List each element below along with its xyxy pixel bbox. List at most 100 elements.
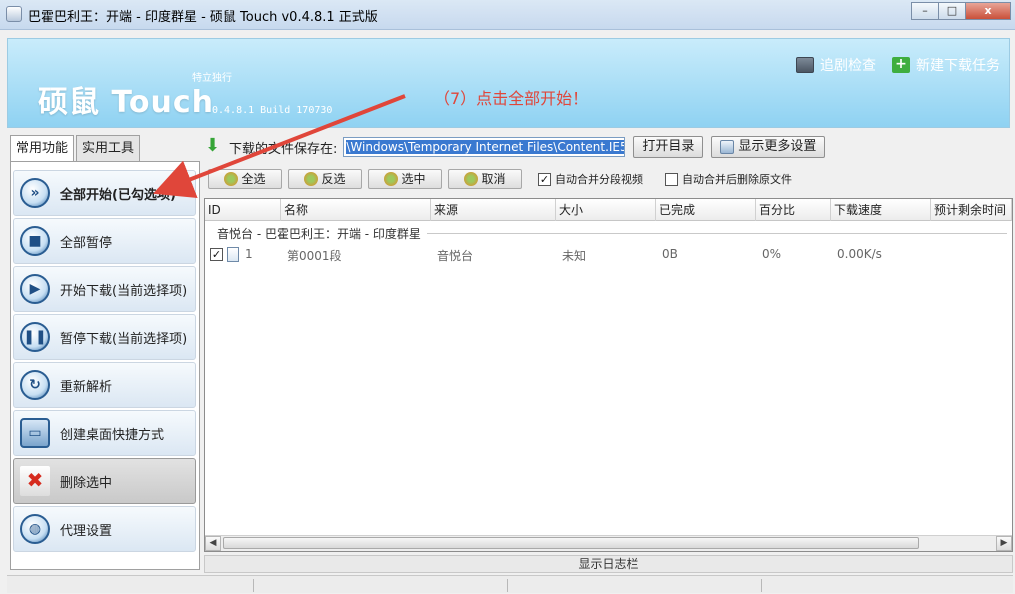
invert-selection-button[interactable]: 反选 xyxy=(288,169,362,189)
save-path-value: \Windows\Temporary Internet Files\Conten… xyxy=(346,140,625,154)
left-tabs: 常用功能 实用工具 xyxy=(10,135,142,161)
table-header: ID 名称 来源 大小 已完成 百分比 下载速度 预计剩余时间 xyxy=(205,199,1012,221)
column-source[interactable]: 来源 xyxy=(431,199,556,221)
status-separator xyxy=(507,579,508,592)
check-series-label: 追剧检查 xyxy=(820,58,876,74)
version-label: 0.4.8.1 Build 170730 xyxy=(212,105,333,116)
select-button[interactable]: 选中 xyxy=(368,169,442,189)
row-checkbox[interactable]: ✓ xyxy=(210,248,223,261)
monitor-icon xyxy=(796,57,814,73)
table-row[interactable]: ✓ 1 第0001段 音悦台 未知 0B 0% 0.00K/s xyxy=(205,245,1012,265)
proxy-settings-button[interactable]: ◍ 代理设置 xyxy=(13,506,196,552)
check-series-button[interactable]: 追剧检查 xyxy=(796,55,876,75)
window-controls: – □ x xyxy=(911,2,1011,20)
stop-icon: ■ xyxy=(20,226,50,256)
more-settings-button[interactable]: 显示更多设置 xyxy=(711,136,826,158)
delete-selected-button[interactable]: ✖ 删除选中 xyxy=(13,458,196,504)
row-percent: 0% xyxy=(762,247,782,261)
download-arrow-icon: ⬇ xyxy=(205,135,221,156)
row-speed: 0.00K/s xyxy=(837,247,882,261)
auto-merge-label: 自动合并分段视频 xyxy=(555,173,643,186)
start-all-label: 全部开始(已勾选项) xyxy=(60,187,176,203)
settings-doc-icon xyxy=(720,140,735,154)
save-path-label: 下载的文件保存在: xyxy=(229,141,338,157)
plus-icon: + xyxy=(892,57,910,73)
banner: 硕鼠 Touch 特立独行 0.4.8.1 Build 170730 （7）点击… xyxy=(7,38,1010,128)
minimize-button[interactable]: – xyxy=(911,2,939,20)
column-size[interactable]: 大小 xyxy=(556,199,656,221)
select-all-button[interactable]: 全选 xyxy=(208,169,282,189)
pause-download-button[interactable]: ❚❚ 暂停下载(当前选择项) xyxy=(13,314,196,360)
row-name: 第0001段 xyxy=(287,249,342,263)
start-all-button[interactable]: » 全部开始(已勾选项) xyxy=(13,170,196,216)
status-bar xyxy=(7,575,1013,593)
gear-icon xyxy=(304,172,319,186)
column-eta[interactable]: 预计剩余时间 xyxy=(931,199,1012,221)
row-done: 0B xyxy=(662,247,678,261)
column-done[interactable]: 已完成 xyxy=(656,199,756,221)
row-source: 音悦台 xyxy=(437,249,474,263)
group-divider xyxy=(427,233,1007,234)
fast-forward-icon: » xyxy=(20,178,50,208)
delete-after-merge-checkbox[interactable] xyxy=(665,172,678,186)
file-icon xyxy=(227,247,239,262)
reparse-button[interactable]: ↻ 重新解析 xyxy=(13,362,196,408)
cancel-selection-button[interactable]: 取消 xyxy=(448,169,522,189)
column-id[interactable]: ID xyxy=(205,199,281,221)
reparse-label: 重新解析 xyxy=(60,379,113,395)
pause-icon: ❚❚ xyxy=(20,322,50,352)
pause-all-button[interactable]: ■ 全部暂停 xyxy=(13,218,196,264)
new-download-label: 新建下载任务 xyxy=(916,58,1000,74)
row-id: 1 xyxy=(245,247,253,261)
delete-selected-label: 删除选中 xyxy=(60,475,113,491)
tab-tools[interactable]: 实用工具 xyxy=(76,135,141,161)
logo-tagline: 特立独行 xyxy=(192,73,232,84)
auto-merge-checkbox[interactable]: ✓ xyxy=(538,172,551,186)
window-title: 巴霍巴利王：开端 - 印度群星 - 硕鼠 Touch v0.4.8.1 正式版 xyxy=(28,10,378,25)
delete-after-merge-label: 自动合并后删除原文件 xyxy=(682,173,792,186)
column-speed[interactable]: 下载速度 xyxy=(831,199,931,221)
horizontal-scrollbar[interactable]: ◀ ▶ xyxy=(205,535,1012,551)
close-button[interactable]: x xyxy=(965,2,1011,20)
more-settings-label: 显示更多设置 xyxy=(738,139,817,154)
group-header: 音悦台 - 巴霍巴利王：开端 - 印度群星 xyxy=(217,227,421,241)
status-separator xyxy=(253,579,254,592)
tutorial-annotation: （7）点击全部开始！ xyxy=(434,89,589,108)
create-shortcut-button[interactable]: ▭ 创建桌面快捷方式 xyxy=(13,410,196,456)
app-icon xyxy=(6,6,22,22)
row-size: 未知 xyxy=(562,249,587,263)
maximize-button[interactable]: □ xyxy=(938,2,966,20)
start-download-button[interactable]: ▶ 开始下载(当前选择项) xyxy=(13,266,196,312)
refresh-icon: ↻ xyxy=(20,370,50,400)
proxy-settings-label: 代理设置 xyxy=(60,523,113,539)
scroll-left-icon[interactable]: ◀ xyxy=(205,536,221,551)
delete-icon: ✖ xyxy=(20,466,50,496)
show-log-bar[interactable]: 显示日志栏 xyxy=(204,555,1013,573)
pause-download-label: 暂停下载(当前选择项) xyxy=(60,331,188,347)
auto-merge-option[interactable]: ✓ 自动合并分段视频 xyxy=(538,171,643,187)
computer-icon: ▭ xyxy=(20,418,50,448)
selection-toolbar: 全选 反选 选中 取消 ✓ 自动合并分段视频 自动合并后删除原文件 xyxy=(208,168,792,190)
left-panel: » 全部开始(已勾选项) ■ 全部暂停 ▶ 开始下载(当前选择项) ❚❚ 暂停下… xyxy=(10,161,200,570)
scroll-right-icon[interactable]: ▶ xyxy=(996,536,1012,551)
globe-icon: ◍ xyxy=(20,514,50,544)
save-path-input[interactable]: \Windows\Temporary Internet Files\Conten… xyxy=(343,137,626,157)
select-all-label: 全选 xyxy=(241,172,266,186)
column-name[interactable]: 名称 xyxy=(281,199,431,221)
open-directory-button[interactable]: 打开目录 xyxy=(633,136,704,158)
download-list[interactable]: ID 名称 来源 大小 已完成 百分比 下载速度 预计剩余时间 音悦台 - 巴霍… xyxy=(204,198,1013,552)
tab-common[interactable]: 常用功能 xyxy=(10,135,75,161)
start-download-label: 开始下载(当前选择项) xyxy=(60,283,188,299)
column-percent[interactable]: 百分比 xyxy=(756,199,831,221)
create-shortcut-label: 创建桌面快捷方式 xyxy=(60,427,165,443)
pause-all-label: 全部暂停 xyxy=(60,235,113,251)
app-logo: 硕鼠 Touch xyxy=(38,85,215,120)
new-download-button[interactable]: + 新建下载任务 xyxy=(892,55,1000,75)
invert-selection-label: 反选 xyxy=(321,172,346,186)
play-icon: ▶ xyxy=(20,274,50,304)
status-separator xyxy=(761,579,762,592)
gear-icon xyxy=(464,172,479,186)
delete-after-merge-option[interactable]: 自动合并后删除原文件 xyxy=(665,171,792,187)
select-label: 选中 xyxy=(401,172,426,186)
scroll-thumb[interactable] xyxy=(223,537,919,549)
